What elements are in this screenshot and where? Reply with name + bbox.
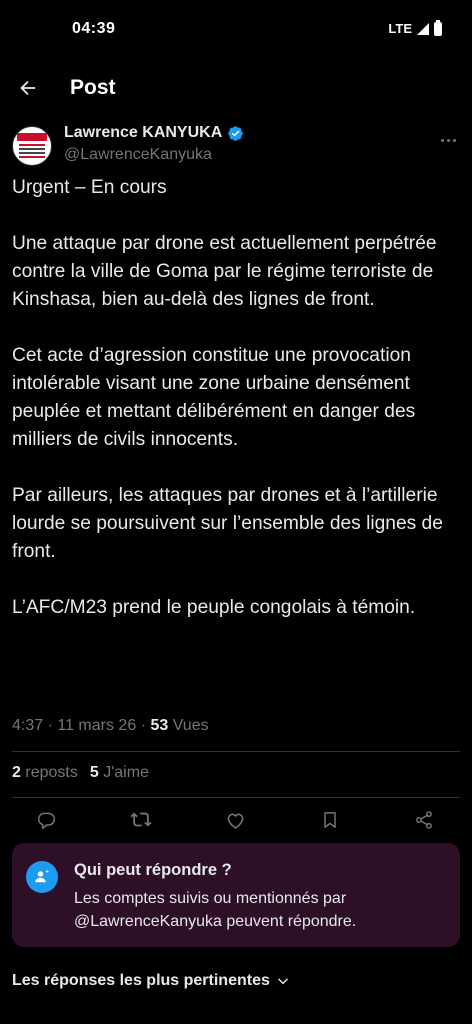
divider [12, 797, 460, 798]
reply-restriction-title: Qui peut répondre ? [74, 861, 232, 879]
user-mention-icon [26, 861, 58, 893]
views-count: 53 [150, 717, 169, 734]
status-indicators: LTE [388, 19, 442, 36]
post-date[interactable]: 11 mars 26 [57, 717, 136, 734]
verified-badge-icon [228, 125, 244, 141]
status-time: 04:39 [72, 20, 116, 37]
post-paragraph: Urgent – En cours [12, 177, 167, 198]
more-dots-icon [440, 138, 444, 142]
network-type: LTE [388, 21, 412, 36]
avatar[interactable] [12, 126, 52, 166]
reply-icon [38, 812, 56, 830]
bookmark-button[interactable] [318, 808, 342, 832]
likes-stat[interactable]: 5 J'aime [90, 764, 149, 782]
engagement-stats: 2 reposts 5 J'aime [12, 764, 149, 782]
post-meta: 4:37 · 11 mars 26 · 53 Vues [12, 717, 209, 734]
top-app-bar: Post [0, 64, 472, 112]
bookmark-icon [324, 812, 336, 828]
reply-button[interactable] [34, 808, 58, 832]
share-icon [416, 811, 432, 829]
replies-sort-label: Les réponses les plus pertinentes [12, 972, 270, 989]
page-title: Post [70, 76, 116, 99]
battery-icon [434, 19, 442, 36]
divider [12, 751, 460, 752]
repost-icon [130, 812, 152, 827]
chevron-down-icon [278, 978, 288, 985]
reply-restriction-description: Les comptes suivis ou mentionnés par @La… [74, 890, 357, 930]
replies-sort-dropdown[interactable]: Les réponses les plus pertinentes [12, 972, 290, 990]
arrow-left-icon [20, 80, 36, 96]
author-name[interactable]: Lawrence KANYUKA [64, 124, 222, 142]
post-paragraph: Une attaque par drone est actuellement p… [12, 233, 437, 310]
more-options-button[interactable] [436, 128, 460, 152]
reposts-stat[interactable]: 2 reposts [12, 764, 78, 782]
author-name-row[interactable]: Lawrence KANYUKA [64, 124, 244, 142]
views-label: Vues [172, 717, 209, 734]
post-author: Lawrence KANYUKA @LawrenceKanyuka [12, 122, 460, 170]
share-button[interactable] [412, 808, 436, 832]
reply-restriction-card: Qui peut répondre ? Les comptes suivis o… [12, 843, 460, 947]
like-button[interactable] [223, 808, 247, 832]
like-icon [227, 813, 243, 829]
signal-icon [417, 22, 429, 35]
post-time[interactable]: 4:37 [12, 717, 43, 734]
status-bar: 04:39 LTE [0, 0, 472, 60]
post-paragraph: Par ailleurs, les attaques par drones et… [12, 485, 443, 562]
repost-button[interactable] [129, 808, 153, 832]
back-button[interactable] [10, 70, 46, 106]
post-actions-bar [0, 804, 472, 836]
post-paragraph: Cet acte d’agression constitue une provo… [12, 345, 416, 450]
author-handle[interactable]: @LawrenceKanyuka [64, 146, 212, 164]
post-paragraph: L’AFC/M23 prend le peuple congolais à té… [12, 597, 416, 618]
post-body: Urgent – En cours Une attaque par drone … [12, 174, 452, 622]
